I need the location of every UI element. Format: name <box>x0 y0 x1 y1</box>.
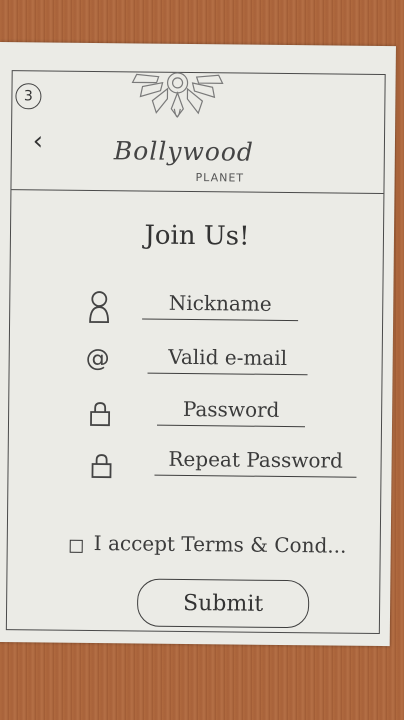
sketch-paper: 3 ‹ Bollywood PLANET Join Us! Nickname @… <box>0 42 396 647</box>
terms-label: I accept Terms & Cond... <box>93 531 347 558</box>
brand-name: Bollywood <box>113 136 255 167</box>
at-icon: @ <box>85 343 110 373</box>
nickname-row: Nickname <box>10 287 382 331</box>
terms-row: I accept Terms & Cond... <box>69 531 370 565</box>
password-field[interactable]: Password <box>156 394 306 428</box>
password-row: Password <box>9 393 381 437</box>
mandala-logo-icon <box>131 72 224 118</box>
page-title: Join Us! <box>144 220 250 252</box>
phone-frame: 3 ‹ Bollywood PLANET Join Us! Nickname @… <box>5 70 386 635</box>
back-button[interactable]: ‹ <box>26 126 50 156</box>
step-number-badge: 3 <box>15 83 42 110</box>
lock-icon <box>91 454 112 479</box>
brand-subtitle: PLANET <box>195 171 245 185</box>
nickname-field[interactable]: Nickname <box>142 288 299 322</box>
person-icon <box>89 291 109 324</box>
terms-checkbox[interactable] <box>69 539 83 553</box>
submit-button[interactable]: Submit <box>136 578 310 629</box>
email-field[interactable]: Valid e-mail <box>147 342 308 376</box>
repeat-password-field[interactable]: Repeat Password <box>154 444 357 478</box>
repeat-password-row: Repeat Password <box>8 443 380 487</box>
email-row: @ Valid e-mail <box>9 341 381 385</box>
lock-icon <box>90 402 111 427</box>
app-header: 3 ‹ Bollywood PLANET <box>11 71 385 195</box>
